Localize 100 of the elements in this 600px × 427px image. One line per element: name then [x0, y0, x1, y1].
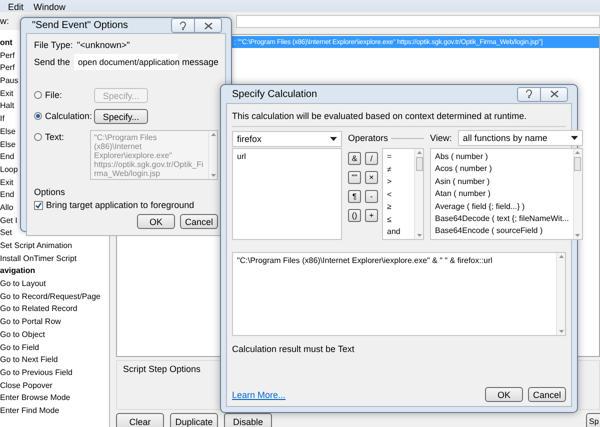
operator-item[interactable]: ≤	[387, 214, 410, 226]
menu-item[interactable]: Edit	[8, 2, 24, 12]
step-item[interactable]: Perf	[0, 50, 15, 62]
action-button[interactable]: Sp	[586, 413, 600, 427]
field-label: File Type:	[34, 40, 73, 50]
category-header: ont	[0, 37, 12, 49]
radio-button[interactable]: File:	[34, 88, 94, 102]
operator-button[interactable]: /	[365, 152, 378, 165]
panel-title: Script Step Options	[123, 364, 201, 374]
field-item[interactable]: url	[237, 151, 337, 164]
step-item[interactable]: Exit	[0, 88, 14, 100]
step-item[interactable]: Close Popover	[0, 380, 52, 392]
step-item[interactable]: Halt	[0, 100, 14, 114]
step-item[interactable]: End	[0, 151, 14, 164]
function-item[interactable]: Asin ( number )	[435, 176, 569, 188]
dialog-title: "Send Event" Options	[32, 20, 130, 31]
close-icon	[550, 90, 558, 98]
scroll-thumb[interactable]	[416, 157, 422, 171]
step-item[interactable]: Go to Field	[0, 342, 40, 354]
function-item[interactable]: Abs ( number )	[435, 151, 569, 164]
formula-field[interactable]: "C:\Program Files (x86)\Internet Explorer\iexplore.exe" & " " & firefox::url	[232, 252, 566, 336]
step-item[interactable]: Go to Related Record	[0, 303, 78, 316]
operator-button[interactable]: ×	[365, 171, 378, 184]
field-label: View:	[430, 133, 452, 143]
scrollbar[interactable]	[414, 149, 423, 239]
dialog-button[interactable]: Cancel	[528, 387, 566, 402]
field-label: message	[182, 57, 219, 67]
operator-item[interactable]: and	[387, 226, 410, 238]
step-item[interactable]: Go to Layout	[0, 278, 46, 291]
scroll-down-icon	[416, 234, 422, 237]
step-item[interactable]: Enter Browse Mode	[0, 392, 70, 405]
step-item[interactable]: Exit	[0, 176, 14, 190]
scroll-up-icon	[575, 151, 580, 154]
scroll-thumb[interactable]	[574, 157, 582, 171]
operator-button[interactable]: ""	[348, 171, 361, 184]
step-item[interactable]: Go to Next Field	[0, 354, 58, 367]
action-button[interactable]: Duplicate	[170, 413, 218, 427]
help-icon	[179, 20, 187, 30]
step-item[interactable]: Go to Previous Field	[0, 366, 72, 380]
step-item[interactable]: Get I	[0, 214, 18, 228]
check-icon	[35, 202, 42, 208]
message-dropdown[interactable]: open document/application	[74, 54, 178, 70]
step-item[interactable]: Enter Find Mode	[0, 404, 60, 418]
function-item[interactable]: Base64Decode ( text {; fileNameWit...	[435, 212, 569, 226]
dialog-button[interactable]: OK	[485, 387, 523, 402]
table-dropdown[interactable]: firefox	[232, 131, 342, 147]
step-item[interactable]: Loop	[0, 164, 18, 177]
operator-item[interactable]: >	[387, 176, 410, 188]
view-dropdown[interactable]: all functions by name	[458, 130, 583, 146]
input-field[interactable]	[236, 14, 600, 28]
operator-button[interactable]: ¶	[348, 190, 361, 203]
group-title: Options	[34, 187, 66, 197]
step-item[interactable]: Go to Object	[0, 328, 45, 342]
learn-more-link[interactable]: Learn More...	[232, 390, 286, 400]
operator-item[interactable]: <	[387, 188, 410, 201]
operator-item[interactable]: ≥	[387, 201, 410, 214]
radio-button[interactable]: Calculation:	[34, 109, 94, 123]
operator-button[interactable]: &	[348, 152, 361, 165]
scroll-down-icon	[558, 330, 564, 333]
scroll-down-icon	[210, 174, 216, 177]
action-button[interactable]: Clear	[116, 413, 164, 427]
scroll-up-icon	[416, 151, 422, 154]
step-item[interactable]: Paus	[0, 75, 18, 88]
close-icon	[204, 22, 212, 30]
scroll-down-icon	[575, 234, 580, 237]
operator-button[interactable]: ()	[348, 209, 361, 222]
function-item[interactable]: Average ( field {; field...} )	[435, 200, 569, 213]
checkbox[interactable]: Bring target application to foreground	[34, 200, 218, 210]
result-note: Calculation result must be Text	[232, 344, 356, 354]
step-item[interactable]: Go to Portal Row	[0, 316, 61, 329]
step-item[interactable]: Allo	[0, 202, 14, 215]
specify-button[interactable]: Specify...	[94, 109, 148, 124]
function-item[interactable]: Atan ( number )	[435, 188, 569, 201]
dialog-button[interactable]: Cancel	[180, 214, 218, 229]
step-item[interactable]: Go to Record/Request/Page	[0, 290, 101, 304]
dialog-button[interactable]: OK	[137, 214, 175, 229]
dialog-title: Specify Calculation	[232, 88, 318, 100]
step-item[interactable]: Perf	[0, 62, 15, 76]
step-item[interactable]: Set Script Animation	[0, 240, 72, 253]
step-item[interactable]: Else	[0, 126, 16, 138]
operator-button[interactable]: +	[365, 209, 378, 222]
step-item[interactable]: Install OnTimer Script	[0, 252, 77, 266]
step-item[interactable]: If	[0, 113, 4, 126]
function-item[interactable]: Acos ( number )	[435, 163, 569, 176]
scrollbar[interactable]	[556, 253, 565, 335]
operator-item[interactable]: ≠	[387, 164, 410, 176]
scrollbar[interactable]	[572, 149, 582, 239]
toolbar-label: w:	[0, 16, 9, 26]
step-item[interactable]: Set	[0, 227, 12, 240]
step-item[interactable]: End	[0, 189, 14, 202]
operator-button[interactable]: -	[365, 190, 378, 203]
function-item[interactable]: Base64Encode ( sourceField )	[435, 225, 569, 238]
action-button[interactable]: Disable	[224, 413, 272, 427]
step-item[interactable]: Else	[0, 138, 16, 152]
scroll-up-icon	[210, 133, 216, 136]
field-label: Send the	[34, 57, 70, 67]
operator-item[interactable]: =	[387, 151, 410, 164]
menu-item[interactable]: Window	[34, 2, 66, 12]
caret-icon	[330, 137, 337, 141]
help-icon	[525, 89, 533, 99]
